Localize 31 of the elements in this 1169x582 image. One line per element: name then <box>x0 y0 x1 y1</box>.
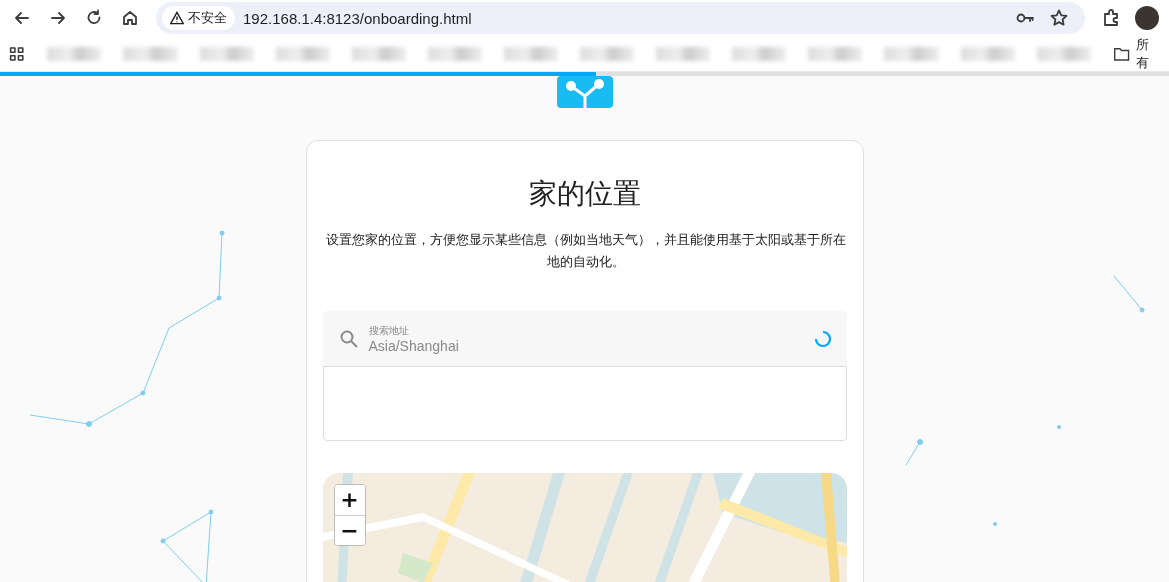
blurred-bookmark[interactable] <box>47 46 102 61</box>
address-text[interactable]: 192.168.1.4:8123/onboarding.html <box>243 9 1007 27</box>
security-label: 不安全 <box>188 9 227 27</box>
warning-icon <box>170 11 184 25</box>
blurred-bookmark[interactable] <box>960 46 1015 61</box>
star-icon[interactable] <box>1049 8 1069 28</box>
blurred-bookmark[interactable] <box>732 46 787 61</box>
blurred-bookmark[interactable] <box>808 46 863 61</box>
security-chip[interactable]: 不安全 <box>162 6 235 30</box>
blurred-bookmark[interactable] <box>580 46 635 61</box>
description-text: 设置您家的位置，方便您显示某些信息（例如当地天气），并且能使用基于太阳或基于所在地的自动化。 <box>324 231 847 271</box>
avatar[interactable] <box>1135 6 1159 30</box>
blurred-bookmark[interactable] <box>884 46 939 61</box>
blurred-bookmark[interactable] <box>275 46 330 61</box>
blurred-bookmark[interactable] <box>656 46 711 61</box>
logo-icon <box>556 76 613 108</box>
puzzle-icon[interactable] <box>1101 8 1121 28</box>
search-icon <box>338 328 359 349</box>
page-title: 家的位置 <box>527 176 642 212</box>
blurred-bookmark[interactable] <box>503 46 559 61</box>
apps-icon[interactable] <box>8 44 26 63</box>
blurred-bookmark[interactable] <box>427 46 482 61</box>
blurred-bookmark[interactable] <box>199 46 254 61</box>
blurred-bookmark[interactable] <box>1036 46 1091 61</box>
blurred-bookmark[interactable] <box>123 46 178 61</box>
zoom-out-button[interactable]: − <box>334 515 365 545</box>
bookmarks-folder[interactable]: 所有 <box>1112 35 1161 72</box>
address-search-field[interactable]: 搜索地址 Asia/Shanghai <box>322 311 847 366</box>
folder-icon <box>1112 45 1130 62</box>
home-icon[interactable] <box>120 8 140 28</box>
blurred-bookmark[interactable] <box>351 46 406 61</box>
